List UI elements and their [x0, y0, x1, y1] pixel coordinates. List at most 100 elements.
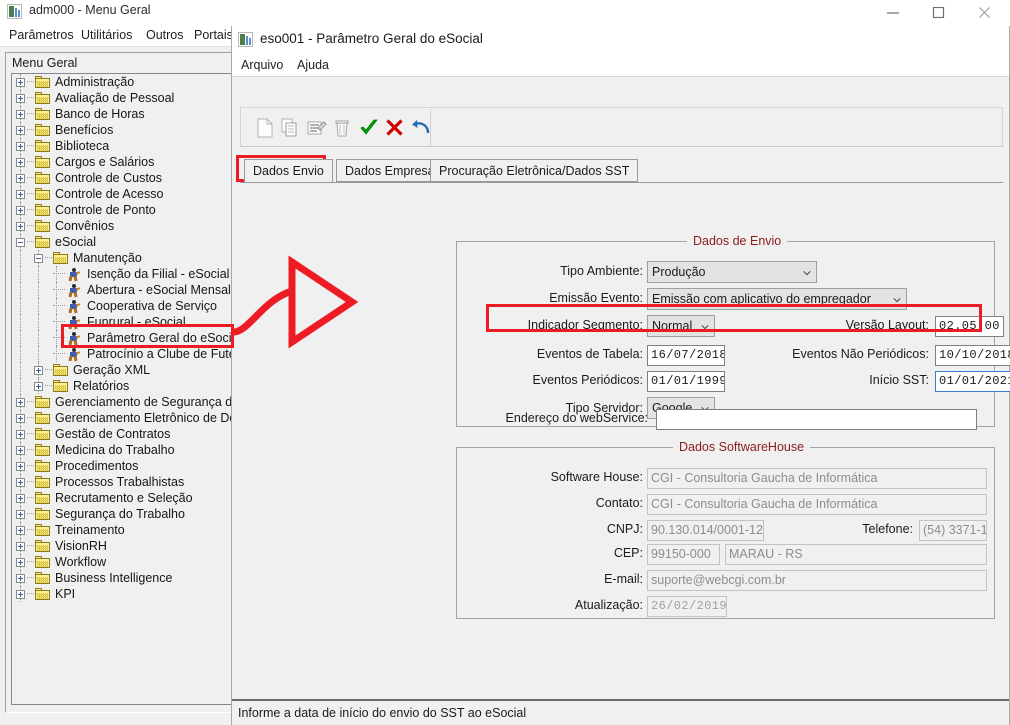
tree-item[interactable]: Geração XML	[12, 362, 231, 378]
tree-item[interactable]: Controle de Acesso	[12, 186, 231, 202]
expand-plus-icon[interactable]	[16, 494, 25, 503]
atualizacao-input[interactable]: 26/02/2019	[647, 596, 727, 617]
delete-button[interactable]	[330, 115, 356, 141]
tree-item[interactable]: Medicina do Trabalho	[12, 442, 231, 458]
collapse-minus-icon[interactable]	[16, 238, 25, 247]
expand-plus-icon[interactable]	[16, 398, 25, 407]
tipo-ambiente-select[interactable]: Produção	[647, 261, 817, 283]
tree-item[interactable]: Treinamento	[12, 522, 231, 538]
expand-plus-icon[interactable]	[16, 126, 25, 135]
tree-item[interactable]: Funrural - eSocial	[12, 314, 231, 330]
undo-button[interactable]	[408, 115, 434, 141]
tab-dados-envio[interactable]: Dados Envio	[244, 159, 333, 182]
cep-input[interactable]: 99150-000	[647, 544, 720, 565]
maximize-button[interactable]	[917, 0, 963, 24]
expand-plus-icon[interactable]	[16, 174, 25, 183]
tree-item[interactable]: Manutenção	[12, 250, 231, 266]
tree-item[interactable]: VisionRH	[12, 538, 231, 554]
tree-item[interactable]: Business Intelligence	[12, 570, 231, 586]
tree-item[interactable]: Controle de Custos	[12, 170, 231, 186]
expand-plus-icon[interactable]	[16, 414, 25, 423]
expand-plus-icon[interactable]	[16, 190, 25, 199]
expand-plus-icon[interactable]	[16, 542, 25, 551]
collapse-minus-icon[interactable]	[34, 254, 43, 263]
versao-layout-input[interactable]: 02.05.00	[935, 316, 1004, 337]
tree-item[interactable]: Relatórios	[12, 378, 231, 394]
expand-plus-icon[interactable]	[16, 430, 25, 439]
tree-item[interactable]: Biblioteca	[12, 138, 231, 154]
tree-item[interactable]: Isenção da Filial - eSocial	[12, 266, 231, 282]
tree-item[interactable]: Avaliação de Pessoal	[12, 90, 231, 106]
expand-plus-icon[interactable]	[16, 526, 25, 535]
endereco-webservice-input[interactable]	[656, 409, 977, 430]
eventos-periodicos-input[interactable]: 01/01/1999	[647, 371, 725, 392]
expand-plus-icon[interactable]	[34, 366, 43, 375]
eventos-tabela-input[interactable]: 16/07/2018	[647, 345, 725, 366]
tree-item[interactable]: eSocial	[12, 234, 231, 250]
tab-dados-empresa[interactable]: Dados Empresa	[336, 159, 444, 182]
expand-plus-icon[interactable]	[16, 558, 25, 567]
tree-item[interactable]: Administração	[12, 74, 231, 90]
tree-item[interactable]: Gerenciamento Eletrônico de Docun	[12, 410, 231, 426]
worker-item-icon	[67, 268, 81, 282]
expand-plus-icon[interactable]	[16, 446, 25, 455]
cidade-uf-input[interactable]: MARAU - RS	[725, 544, 987, 565]
expand-plus-icon[interactable]	[16, 206, 25, 215]
confirm-button[interactable]	[356, 115, 382, 141]
telefone-input[interactable]: (54) 3371-1050	[919, 520, 987, 541]
expand-plus-icon[interactable]	[16, 510, 25, 519]
expand-plus-icon[interactable]	[16, 462, 25, 471]
menu-utilitarios[interactable]: Utilitários	[76, 26, 137, 44]
tree-item[interactable]: Segurança do Trabalho	[12, 506, 231, 522]
tree-item[interactable]: Cargos e Salários	[12, 154, 231, 170]
tree-item[interactable]: Controle de Ponto	[12, 202, 231, 218]
contato-input[interactable]: CGI - Consultoria Gaucha de Informática	[647, 494, 987, 515]
tree-item[interactable]: KPI	[12, 586, 231, 602]
menu-arquivo[interactable]: Arquivo	[236, 56, 288, 74]
expand-plus-icon[interactable]	[16, 574, 25, 583]
tree-item[interactable]: Abertura - eSocial Mensal	[12, 282, 231, 298]
new-button[interactable]	[252, 115, 278, 141]
tree-item[interactable]: Procedimentos	[12, 458, 231, 474]
indicador-segmento-select[interactable]: Normal	[647, 315, 715, 337]
close-button[interactable]	[963, 0, 1009, 24]
tree-item[interactable]: Processos Trabalhistas	[12, 474, 231, 490]
expand-plus-icon[interactable]	[16, 78, 25, 87]
edit-button[interactable]	[304, 115, 330, 141]
eventos-periodicos-label: Eventos Periódicos:	[532, 373, 643, 387]
expand-plus-icon[interactable]	[16, 142, 25, 151]
tree-item[interactable]: Workflow	[12, 554, 231, 570]
dialog-title: eso001 - Parâmetro Geral do eSocial	[260, 31, 483, 46]
inicio-sst-input[interactable]: 01/01/2021	[935, 371, 1010, 392]
cancel-button[interactable]	[382, 115, 408, 141]
copy-button[interactable]	[278, 115, 304, 141]
expand-plus-icon[interactable]	[16, 94, 25, 103]
expand-plus-icon[interactable]	[16, 222, 25, 231]
minimize-button[interactable]	[871, 0, 917, 24]
tree-item-label: Manutenção	[73, 251, 142, 265]
eventos-nao-periodicos-input[interactable]: 10/10/2018	[935, 345, 1010, 366]
tree-item[interactable]: Convênios	[12, 218, 231, 234]
tree-item[interactable]: Recrutamento e Seleção	[12, 490, 231, 506]
tab-procuracao-eletronica-dados-sst[interactable]: Procuração Eletrônica/Dados SST	[430, 159, 639, 182]
expand-plus-icon[interactable]	[16, 158, 25, 167]
expand-plus-icon[interactable]	[16, 478, 25, 487]
expand-plus-icon[interactable]	[16, 590, 25, 599]
menu-tree[interactable]: Administração Avaliação de Pessoal Banco d…	[11, 73, 232, 705]
tree-item[interactable]: Banco de Horas	[12, 106, 231, 122]
software-house-input[interactable]: CGI - Consultoria Gaucha de Informática	[647, 468, 987, 489]
emissao-evento-select[interactable]: Emissão com aplicativo do empregador	[647, 288, 907, 310]
tree-item[interactable]: Gestão de Contratos	[12, 426, 231, 442]
tree-item[interactable]: Parâmetro Geral do eSocial	[12, 330, 231, 346]
expand-plus-icon[interactable]	[34, 382, 43, 391]
tree-item[interactable]: Patrocínio a Clube de Futeb	[12, 346, 231, 362]
cnpj-input[interactable]: 90.130.014/0001-12	[647, 520, 764, 541]
menu-ajuda[interactable]: Ajuda	[292, 56, 334, 74]
expand-plus-icon[interactable]	[16, 110, 25, 119]
menu-outros[interactable]: Outros	[141, 26, 189, 44]
tree-item[interactable]: Gerenciamento de Segurança do Sis	[12, 394, 231, 410]
menu-parametros[interactable]: Parâmetros	[4, 26, 79, 44]
email-input[interactable]: suporte@webcgi.com.br	[647, 570, 987, 591]
tree-item[interactable]: Benefícios	[12, 122, 231, 138]
tree-item[interactable]: Cooperativa de Serviço	[12, 298, 231, 314]
